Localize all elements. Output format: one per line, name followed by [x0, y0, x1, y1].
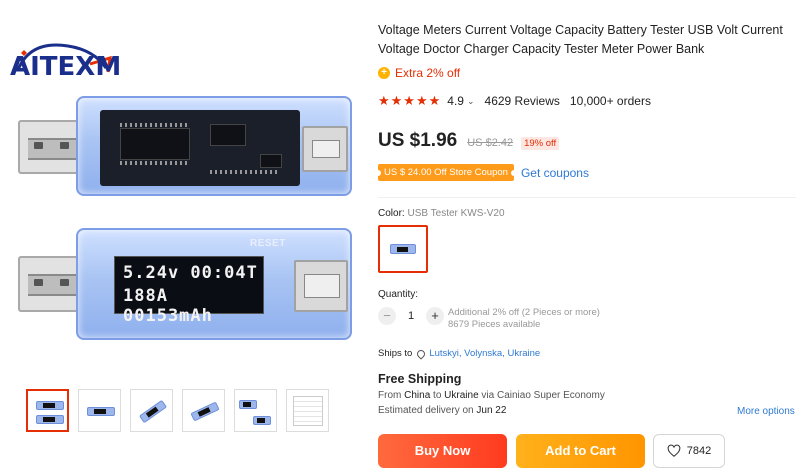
eta-date: Jun 22 [476, 405, 507, 416]
thumbnail-5[interactable] [234, 389, 277, 432]
ships-to-label: Ships to [378, 348, 413, 359]
device-shell [76, 96, 352, 196]
shipping-title: Free Shipping [378, 372, 462, 386]
extra-offer: + Extra 2% off [378, 66, 460, 80]
thumbnail-1[interactable] [26, 389, 69, 432]
brand-logo-text: AITEXM [10, 52, 122, 82]
lcd-line-1: 5.24v 00:04T [123, 263, 258, 283]
extra-offer-label: Extra 2% off [395, 66, 461, 80]
thumbnail-6[interactable] [286, 389, 329, 432]
color-label-text: Color: [378, 208, 405, 219]
usb-plug [18, 256, 84, 312]
to-country: Ukraine [444, 390, 479, 401]
product-image-lcd-view: RESET 5.24v 00:04T 188A 00153mAh [18, 228, 358, 340]
quantity-stepper: − 1 + [378, 307, 444, 325]
buy-now-button[interactable]: Buy Now [378, 434, 507, 468]
color-swatch-selected[interactable] [378, 225, 428, 273]
product-details: Voltage Meters Current Voltage Capacity … [375, 0, 800, 475]
thumbnail-strip [26, 389, 329, 432]
quantity-value[interactable]: 1 [396, 310, 426, 322]
lcd-line-2: 188A 00153mAh [123, 286, 213, 326]
product-image-pcb-view [18, 96, 358, 196]
ships-to: Ships to Lutskyi, Volynska, Ukraine [378, 347, 540, 360]
quantity-decrease-button[interactable]: − [378, 307, 396, 325]
product-gallery: AITEXM RESET 5.24v 00:04T 188A 00153mAh [0, 0, 370, 475]
product-title: Voltage Meters Current Voltage Capacity … [378, 23, 783, 56]
location-pin-icon [415, 347, 427, 360]
from-country: China [404, 390, 431, 401]
price-row: US $1.96 US $2.42 19% off [378, 130, 560, 152]
eta-prefix: Estimated delivery on [378, 405, 474, 416]
brand-logo: AITEXM [10, 38, 122, 98]
more-options-link[interactable]: More options [737, 406, 795, 417]
thumbnail-2[interactable] [78, 389, 121, 432]
shipping-method: via Cainiao Super Economy [481, 390, 605, 401]
stock-available-text: 8679 Pieces available [448, 319, 541, 330]
coin-icon: + [378, 67, 390, 79]
quantity-increase-button[interactable]: + [426, 307, 444, 325]
quantity-label: Quantity: [378, 289, 419, 300]
rating-row: ★★★★★ 4.9 ⌄ 4629 Reviews 10,000+ orders [378, 93, 651, 109]
to-word: to [433, 390, 442, 401]
chevron-down-icon[interactable]: ⌄ [467, 96, 475, 107]
get-coupons-link[interactable]: Get coupons [521, 166, 589, 180]
from-prefix: From [378, 390, 402, 401]
store-coupon[interactable]: US $ 24.00 Off Store Coupon [375, 164, 517, 181]
original-price: US $2.42 [467, 137, 514, 149]
estimated-delivery: Estimated delivery on Jun 22 [378, 405, 506, 416]
coupon-row: US $ 24.00 Off Store Coupon Get coupons [375, 164, 589, 181]
device-shell: RESET 5.24v 00:04T 188A 00153mAh [76, 228, 352, 340]
wishlist-button[interactable]: 7842 [653, 434, 725, 468]
current-price: US $1.96 [378, 130, 458, 151]
heart-icon [667, 444, 681, 457]
thumbnail-4[interactable] [182, 389, 225, 432]
shipping-route: From China to Ukraine via Cainiao Super … [378, 390, 605, 401]
selected-color: USB Tester KWS-V20 [407, 208, 505, 219]
bulk-discount-text: Additional 2% off (2 Pieces or more) [448, 307, 600, 318]
wishlist-count: 7842 [686, 445, 712, 457]
quantity-info: Additional 2% off (2 Pieces or more) 867… [448, 307, 600, 331]
rating-stars-icon: ★★★★★ [378, 93, 442, 108]
divider [378, 197, 796, 198]
discount-badge: 19% off [521, 137, 560, 150]
reviews-count[interactable]: 4629 Reviews [485, 94, 560, 108]
ships-to-location[interactable]: Lutskyi, Volynska, Ukraine [429, 348, 540, 359]
color-label: Color: USB Tester KWS-V20 [378, 208, 505, 219]
lcd-screen: 5.24v 00:04T 188A 00153mAh [114, 256, 264, 326]
usb-plug [18, 120, 84, 174]
orders-count: 10,000+ orders [569, 94, 651, 108]
thumbnail-3[interactable] [130, 389, 173, 432]
reset-label: RESET [250, 238, 286, 249]
rating-score[interactable]: 4.9 [447, 94, 464, 108]
add-to-cart-button[interactable]: Add to Cart [516, 434, 645, 468]
